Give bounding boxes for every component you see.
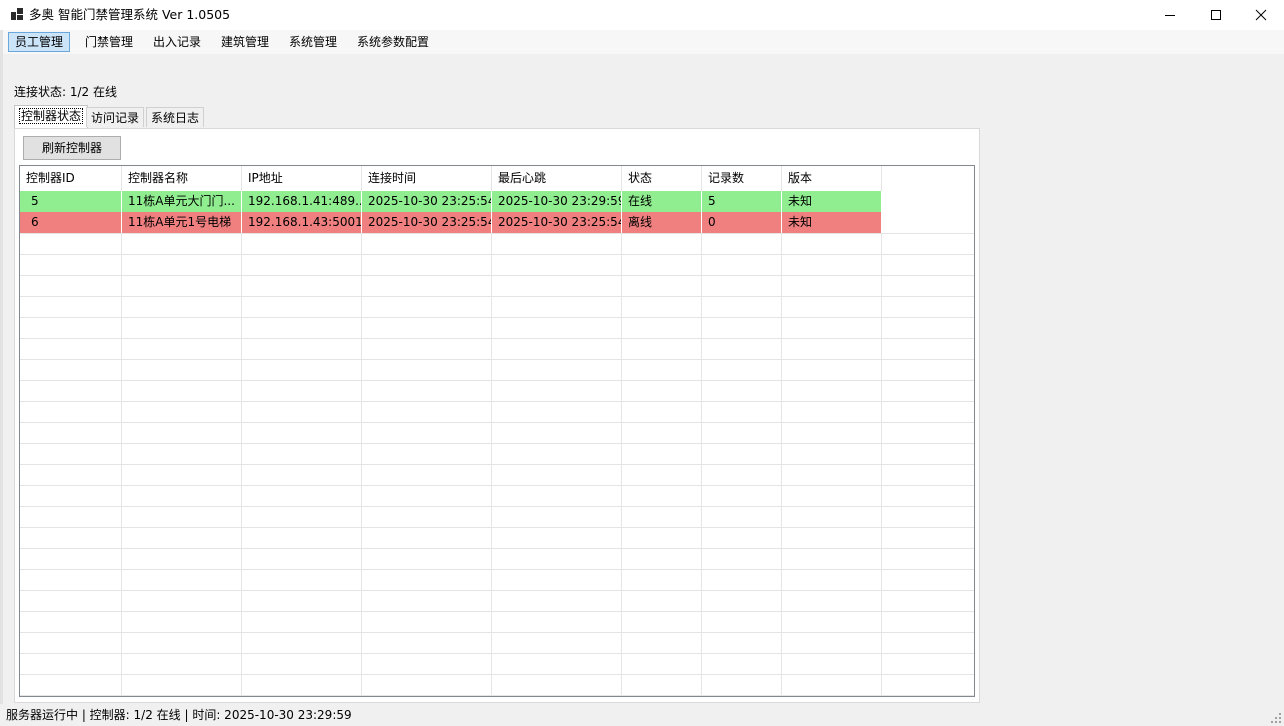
column-divider [491,166,492,696]
menu-system-parameters[interactable]: 系统参数配置 [351,32,435,52]
close-button[interactable] [1238,0,1284,30]
menu-access-records[interactable]: 出入记录 [147,32,207,52]
cell-connect-time: 2025-10-30 23:25:54 [362,212,492,233]
minimize-icon [1165,15,1175,16]
cell-name: 11栋A单元大门门... [122,191,242,212]
column-header-ip[interactable]: IP地址 [242,166,362,191]
maximize-button[interactable] [1193,0,1239,30]
column-divider [881,166,882,696]
tab-label: 控制器状态 [19,108,84,124]
cell-id: 5 [25,191,122,212]
menu-access-control[interactable]: 门禁管理 [79,32,139,52]
column-divider [241,166,242,696]
menu-bar: 员工管理 门禁管理 出入记录 建筑管理 系统管理 系统参数配置 [0,30,1284,54]
cell-version: 未知 [782,212,882,233]
status-text: 服务器运行中 | 控制器: 1/2 在线 | 时间: 2025-10-30 23… [6,708,352,722]
column-divider [121,166,122,696]
column-header-name[interactable]: 控制器名称 [122,166,242,191]
title-bar: 多奥 智能门禁管理系统 Ver 1.0505 [0,0,1284,30]
column-header-version[interactable]: 版本 [782,166,882,191]
column-header-record-count[interactable]: 记录数 [702,166,782,191]
column-divider [621,166,622,696]
menu-system-management[interactable]: 系统管理 [283,32,343,52]
grid-header: 控制器ID 控制器名称 IP地址 连接时间 最后心跳 状态 记录数 版本 [20,166,974,191]
cell-ip: 192.168.1.43:5001 [242,212,362,233]
connection-status: 连接状态: 1/2 在线 [14,85,117,99]
tab-system-log[interactable]: 系统日志 [146,107,205,127]
cell-version: 未知 [782,191,882,212]
cell-name: 11栋A单元1号电梯 [122,212,242,233]
cell-record-count: 5 [702,191,782,212]
cell-last-heartbeat: 2025-10-30 23:25:54 [492,212,622,233]
controller-grid[interactable]: 控制器ID 控制器名称 IP地址 连接时间 最后心跳 状态 记录数 版本 5 1… [19,165,975,697]
column-divider [361,166,362,696]
app-icon [11,8,23,20]
column-header-status[interactable]: 状态 [622,166,702,191]
tab-controller-status[interactable]: 控制器状态 [14,105,89,128]
cell-status: 离线 [622,212,702,233]
window-title: 多奥 智能门禁管理系统 Ver 1.0505 [29,7,231,22]
window-edge [0,30,3,704]
refresh-controllers-button[interactable]: 刷新控制器 [23,136,121,160]
status-bar: 服务器运行中 | 控制器: 1/2 在线 | 时间: 2025-10-30 23… [0,704,1284,726]
column-header-last-heartbeat[interactable]: 最后心跳 [492,166,622,191]
tab-access-records[interactable]: 访问记录 [86,107,145,127]
minimize-button[interactable] [1147,0,1193,30]
table-row[interactable]: 6 11栋A单元1号电梯 192.168.1.43:5001 2025-10-3… [20,212,882,233]
cell-ip: 192.168.1.41:489... [242,191,362,212]
cell-record-count: 0 [702,212,782,233]
menu-building-management[interactable]: 建筑管理 [215,32,275,52]
close-icon [1255,9,1267,21]
cell-last-heartbeat: 2025-10-30 23:29:59 [492,191,622,212]
empty-grid-area [20,233,974,696]
table-row[interactable]: 5 11栋A单元大门门... 192.168.1.41:489... 2025-… [20,191,882,212]
column-divider [701,166,702,696]
cell-id: 6 [25,212,122,233]
column-header-connect-time[interactable]: 连接时间 [362,166,492,191]
cell-status: 在线 [622,191,702,212]
maximize-icon [1211,10,1221,20]
cell-connect-time: 2025-10-30 23:25:54 [362,191,492,212]
menu-employee-management[interactable]: 员工管理 [8,32,71,52]
column-divider [781,166,782,696]
resize-grip-icon[interactable] [1270,712,1282,724]
column-header-id[interactable]: 控制器ID [20,166,122,191]
